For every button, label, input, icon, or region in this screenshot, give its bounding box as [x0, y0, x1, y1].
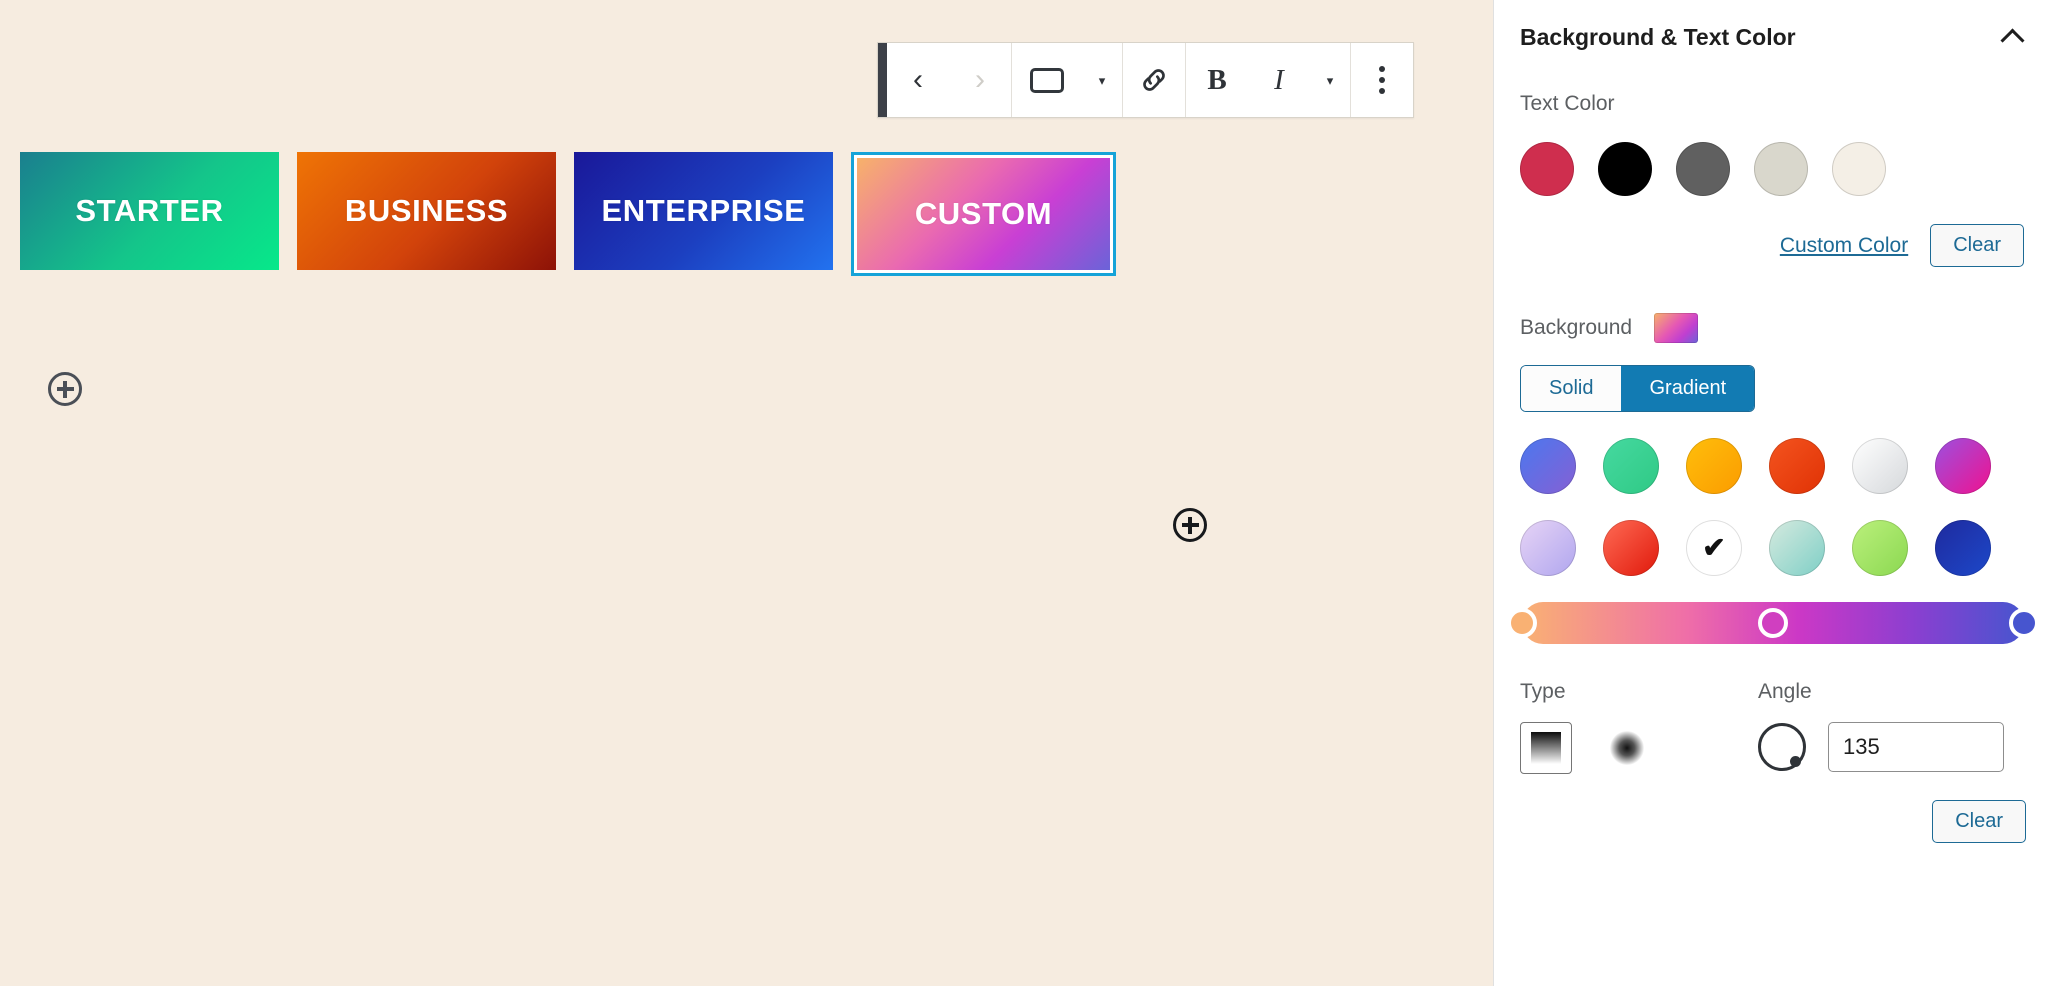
- text-swatch-cream[interactable]: [1832, 142, 1886, 196]
- more-vertical-icon: [1379, 66, 1385, 94]
- chevron-up-icon[interactable]: [2002, 25, 2026, 49]
- link-button[interactable]: [1123, 43, 1185, 117]
- gradient-type-column: Type: [1520, 680, 1758, 774]
- toolbar-group-block-type: ▾: [1012, 43, 1123, 117]
- gradient-swatch-row: ✔: [1520, 517, 2026, 579]
- plus-icon: [63, 380, 67, 398]
- gradient-swatch-deep-blue[interactable]: [1935, 520, 1991, 576]
- gradient-swatch-red-bright[interactable]: [1603, 520, 1659, 576]
- gradient-editor: [1507, 602, 2039, 644]
- toolbar-group-options: [1351, 43, 1413, 117]
- buttons-block-row: STARTER BUSINESS ENTERPRISE CUSTOM: [20, 152, 1116, 276]
- tab-gradient[interactable]: Gradient: [1621, 366, 1755, 411]
- angle-input[interactable]: [1828, 722, 2004, 772]
- italic-icon: I: [1274, 63, 1284, 96]
- text-color-swatches: [1520, 142, 2026, 196]
- button-custom-surface: CUSTOM: [857, 158, 1110, 270]
- settings-sidebar: Background & Text Color Text Color Custo…: [1493, 0, 2052, 986]
- move-forward-button[interactable]: ›: [949, 43, 1011, 117]
- block-options-button[interactable]: [1351, 43, 1413, 117]
- gradient-swatch-grid: ✔: [1520, 438, 2026, 579]
- gradient-swatch-custom-selected[interactable]: ✔: [1683, 517, 1745, 579]
- gradient-swatch-white-gray[interactable]: [1852, 438, 1908, 494]
- block-toolbar: ‹ › ▾ B I ▾: [877, 42, 1414, 118]
- add-block-inserter-left[interactable]: [48, 372, 82, 406]
- background-label-row: Background: [1520, 313, 2026, 343]
- linear-gradient-icon: [1531, 732, 1561, 764]
- text-swatch-crimson[interactable]: [1520, 142, 1574, 196]
- gradient-bar[interactable]: [1507, 602, 2039, 644]
- chevron-right-icon: ›: [975, 63, 985, 96]
- button-starter[interactable]: STARTER: [20, 152, 279, 270]
- text-swatch-dark-gray[interactable]: [1676, 142, 1730, 196]
- type-label: Type: [1520, 680, 1566, 703]
- button-label: BUSINESS: [344, 193, 509, 228]
- gradient-stop-start[interactable]: [1507, 608, 1537, 638]
- gradient-swatch-light-green[interactable]: [1852, 520, 1908, 576]
- linear-gradient-button[interactable]: [1520, 722, 1572, 774]
- gradient-swatch-purple-pink[interactable]: [1935, 438, 1991, 494]
- more-formatting-dropdown[interactable]: ▾: [1310, 43, 1350, 117]
- toolbar-group-link: [1123, 43, 1186, 117]
- check-icon: ✔: [1702, 532, 1726, 563]
- button-label: CUSTOM: [914, 196, 1053, 231]
- text-color-clear-button[interactable]: Clear: [1930, 224, 2024, 267]
- plus-icon: [1188, 516, 1192, 534]
- chevron-down-icon: ▾: [1098, 72, 1106, 88]
- gradient-swatch-orange-yellow[interactable]: [1686, 438, 1742, 494]
- block-type-dropdown[interactable]: ▾: [1082, 43, 1122, 117]
- background-actions: Clear: [1520, 800, 2026, 843]
- button-enterprise[interactable]: ENTERPRISE: [574, 152, 833, 270]
- chevron-left-icon: ‹: [913, 63, 923, 96]
- text-color-actions: Custom Color Clear: [1520, 224, 2026, 267]
- panel-header-background-text-color[interactable]: Background & Text Color: [1520, 0, 2026, 74]
- editor-canvas: ‹ › ▾ B I ▾ STARTER BUSINESS ENTERPRISE …: [0, 0, 1493, 986]
- background-label: Background: [1520, 316, 1633, 339]
- angle-controls: [1758, 722, 2026, 772]
- background-gradient-preview[interactable]: [1654, 313, 1699, 343]
- gradient-swatch-pale-teal[interactable]: [1769, 520, 1825, 576]
- tab-solid[interactable]: Solid: [1521, 366, 1622, 411]
- button-label: STARTER: [75, 193, 224, 228]
- italic-button[interactable]: I: [1248, 43, 1310, 117]
- custom-color-link[interactable]: Custom Color: [1780, 234, 1908, 258]
- panel-title: Background & Text Color: [1520, 23, 1796, 50]
- toolbar-group-navigation: ‹ ›: [887, 43, 1012, 117]
- text-color-label: Text Color: [1520, 92, 1615, 115]
- angle-dial[interactable]: [1758, 723, 1806, 771]
- toolbar-drag-handle[interactable]: [878, 43, 887, 117]
- button-custom-selected[interactable]: CUSTOM: [851, 152, 1116, 276]
- gradient-swatch-green-mint[interactable]: [1603, 438, 1659, 494]
- angle-dial-knob[interactable]: [1790, 756, 1801, 767]
- block-type-button[interactable]: [1012, 43, 1082, 117]
- background-clear-button[interactable]: Clear: [1932, 800, 2026, 843]
- gradient-stop-middle[interactable]: [1758, 608, 1788, 638]
- background-type-tabs: Solid Gradient: [1520, 365, 1756, 412]
- gradient-swatch-row: [1520, 438, 2026, 494]
- text-swatch-black[interactable]: [1598, 142, 1652, 196]
- add-block-inserter-right[interactable]: [1173, 508, 1207, 542]
- button-business[interactable]: BUSINESS: [297, 152, 556, 270]
- button-label: ENTERPRISE: [601, 193, 806, 228]
- bold-icon: B: [1207, 63, 1227, 96]
- gradient-settings-row: Type Angle: [1520, 680, 2026, 774]
- bold-button[interactable]: B: [1186, 43, 1248, 117]
- gradient-swatch-blue-purple[interactable]: [1520, 438, 1576, 494]
- gradient-swatch-lavender[interactable]: [1520, 520, 1576, 576]
- toolbar-group-formatting: B I ▾: [1186, 43, 1351, 117]
- link-icon: [1143, 69, 1165, 91]
- gradient-stop-end[interactable]: [2009, 608, 2039, 638]
- angle-label: Angle: [1758, 680, 1812, 703]
- gradient-angle-column: Angle: [1758, 680, 2026, 774]
- editor-root: ‹ › ▾ B I ▾ STARTER BUSINESS ENTERPRISE …: [0, 0, 2052, 986]
- text-swatch-light-gray[interactable]: [1754, 142, 1808, 196]
- button-block-icon: [1030, 67, 1064, 93]
- radial-gradient-button[interactable]: [1610, 731, 1644, 765]
- type-controls: [1520, 722, 1758, 774]
- gradient-swatch-red-orange[interactable]: [1769, 438, 1825, 494]
- chevron-down-icon: ▾: [1326, 72, 1334, 88]
- move-back-button[interactable]: ‹: [887, 43, 949, 117]
